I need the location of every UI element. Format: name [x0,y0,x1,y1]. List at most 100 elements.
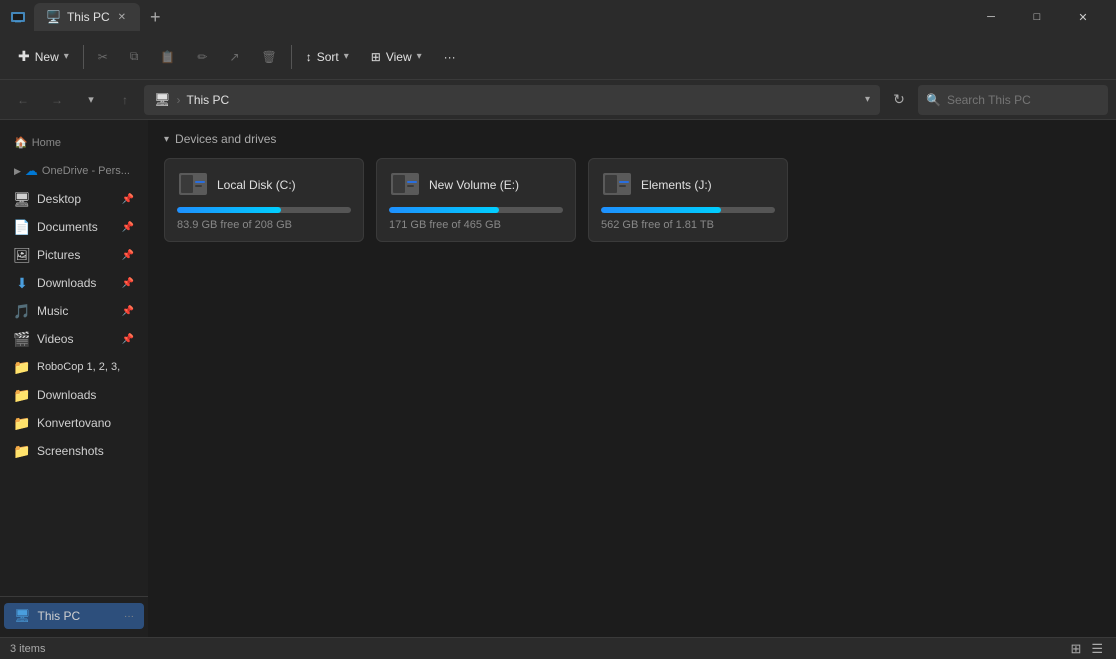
drive-e-header: New Volume (E:) [389,169,563,201]
cut-button[interactable]: ✂ [88,40,118,74]
sidebar-item-desktop[interactable]: 🖥 Desktop 📌 [4,185,144,213]
videos-pin-icon: 📌 [122,334,134,345]
documents-icon: 📄 [14,219,30,235]
address-separator: › [177,93,181,107]
status-grid-view-button[interactable]: ⊞ [1067,641,1084,657]
new-button[interactable]: ✚ New ▾ [8,40,79,74]
tab-icon: 🖥️ [46,10,61,24]
drive-c-header: Local Disk (C:) [177,169,351,201]
refresh-button[interactable]: ↻ [884,85,914,115]
main-area: 🏠 Home ▶ ☁ OneDrive - Pers... 🖥 Desktop … [0,120,1116,637]
drive-e-info: 171 GB free of 465 GB [389,219,563,231]
address-path-label: This PC [187,93,230,107]
share-button[interactable]: ↗ [219,40,249,74]
new-tab-button[interactable]: + [144,7,167,28]
new-chevron-icon: ▾ [64,51,69,62]
tab-this-pc[interactable]: 🖥️ This PC ✕ [34,3,140,31]
paste-button[interactable]: 📋 [150,40,185,74]
share-icon: ↗ [229,50,239,64]
home-icon: 🏠 [14,136,28,149]
new-icon: ✚ [18,48,30,65]
view-icon: ⊞ [371,50,381,64]
address-bar[interactable]: 🖥 › This PC ▾ [144,85,880,115]
desktop-icon: 🖥 [14,191,30,207]
toolbar-sep-1 [83,45,84,69]
sidebar-item-robocop[interactable]: 📁 RoboCop 1, 2, 3, [4,353,144,381]
grid-view-icon: ⊞ [1070,641,1081,656]
sort-icon: ↕ [306,50,312,64]
cut-icon: ✂ [98,50,108,64]
downloads-icon: ⬇ [14,275,30,291]
back-button[interactable]: ← [8,85,38,115]
pictures-pin-icon: 📌 [122,250,134,261]
rename-button[interactable]: ✏ [187,40,217,74]
drive-j-header: Elements (J:) [601,169,775,201]
up-button[interactable]: ↑ [110,85,140,115]
onedrive-icon: ☁ [25,163,38,179]
drive-j-info: 562 GB free of 1.81 TB [601,219,775,231]
refresh-icon: ↻ [893,91,905,108]
tab-close-button[interactable]: ✕ [116,10,128,25]
close-button[interactable]: ✕ [1060,0,1106,34]
paste-icon: 📋 [160,50,175,64]
drive-j[interactable]: Elements (J:) 562 GB free of 1.81 TB [588,158,788,242]
drive-c-info: 83.9 GB free of 208 GB [177,219,351,231]
sidebar-item-videos[interactable]: 🎬 Videos 📌 [4,325,144,353]
more-button[interactable]: ··· [434,40,466,74]
section-chevron-icon: ▾ [164,134,169,145]
this-pc-label: This PC [38,609,81,623]
list-view-icon: ☰ [1091,641,1103,656]
drive-e-bar-fill [389,207,499,213]
recent-button[interactable]: ▾ [76,85,106,115]
new-label: New [35,50,59,64]
documents-pin-icon: 📌 [122,222,134,233]
sidebar: 🏠 Home ▶ ☁ OneDrive - Pers... 🖥 Desktop … [0,120,148,637]
sidebar-item-konvertovano[interactable]: 📁 Konvertovano [4,409,144,437]
sidebar-item-screenshots[interactable]: 📁 Screenshots [4,437,144,465]
view-chevron-icon: ▾ [417,51,422,62]
status-right: ⊞ ☰ [1067,641,1106,657]
sidebar-item-pictures[interactable]: 🖼 Pictures 📌 [4,241,144,269]
forward-button[interactable]: → [42,85,72,115]
music-icon: 🎵 [14,303,30,319]
app-icon [10,9,26,25]
sidebar-this-pc[interactable]: 🖥 This PC ··· [4,603,144,629]
status-list-view-button[interactable]: ☰ [1088,641,1106,657]
drive-j-bar-bg [601,207,775,213]
items-count: 3 items [10,643,45,655]
sort-chevron-icon: ▾ [344,51,349,62]
screenshots-folder-icon: 📁 [14,443,30,459]
sidebar-screenshots-label: Screenshots [37,444,104,458]
drive-e-bar-bg [389,207,563,213]
tab-label: This PC [67,10,110,24]
view-button[interactable]: ⊞ View ▾ [361,40,432,74]
copy-button[interactable]: ⧉ [120,40,149,74]
drive-c[interactable]: Local Disk (C:) 83.9 GB free of 208 GB [164,158,364,242]
music-pin-icon: 📌 [122,306,134,317]
downloads2-folder-icon: 📁 [14,387,30,403]
desktop-pin-icon: 📌 [122,194,134,205]
sidebar-home-header[interactable]: 🏠 Home [4,132,144,153]
maximize-button[interactable]: □ [1014,0,1060,34]
home-label: Home [32,137,61,149]
this-pc-more-icon: ··· [124,611,134,622]
address-dropdown-icon[interactable]: ▾ [865,94,870,105]
sidebar-item-music[interactable]: 🎵 Music 📌 [4,297,144,325]
forward-icon: → [51,93,63,107]
sort-label: Sort [317,50,339,64]
sidebar-onedrive-header[interactable]: ▶ ☁ OneDrive - Pers... [4,159,144,183]
delete-button[interactable]: 🗑 [252,40,287,74]
sidebar-desktop-label: Desktop [37,192,81,206]
more-icon: ··· [444,50,456,64]
sidebar-item-downloads2[interactable]: 📁 Downloads [4,381,144,409]
sidebar-item-downloads[interactable]: ⬇ Downloads 📌 [4,269,144,297]
sidebar-downloads2-label: Downloads [37,388,96,402]
devices-drives-header[interactable]: ▾ Devices and drives [164,132,1100,146]
minimize-button[interactable]: ─ [968,0,1014,34]
sidebar-item-documents[interactable]: 📄 Documents 📌 [4,213,144,241]
address-path-icon: 🖥 [154,92,171,108]
search-input[interactable] [947,93,1100,107]
sort-button[interactable]: ↕ Sort ▾ [296,40,359,74]
drive-e[interactable]: New Volume (E:) 171 GB free of 465 GB [376,158,576,242]
search-bar[interactable]: 🔍 [918,85,1108,115]
